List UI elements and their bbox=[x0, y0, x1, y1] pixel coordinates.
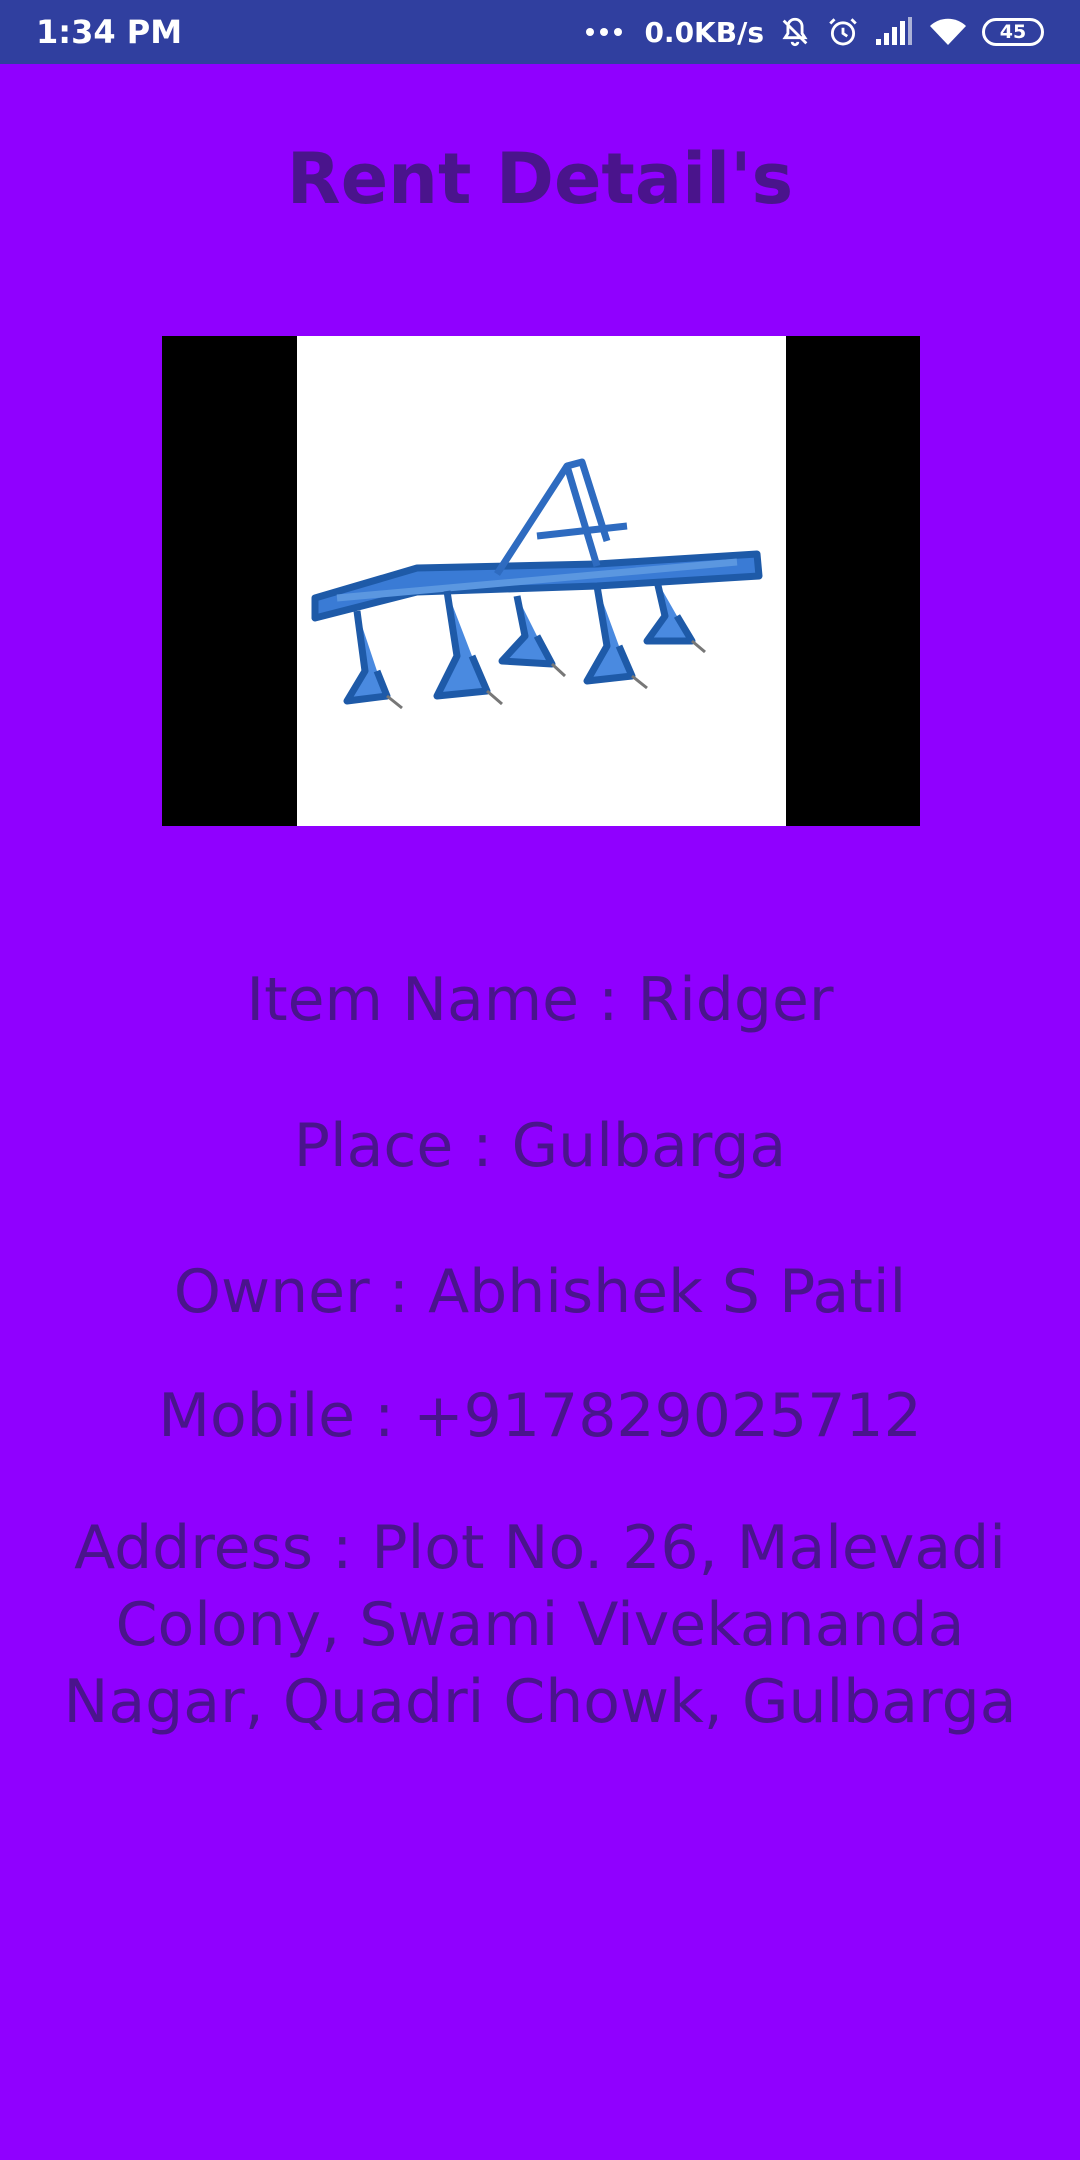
more-dots-icon bbox=[586, 28, 623, 36]
status-icons: 0.0KB/s 45 bbox=[586, 15, 1044, 49]
status-time: 1:34 PM bbox=[36, 13, 183, 51]
battery-icon: 45 bbox=[982, 18, 1044, 46]
owner-text: Owner : Abhishek S Patil bbox=[173, 1257, 907, 1327]
network-speed: 0.0KB/s bbox=[644, 15, 764, 49]
item-image-frame bbox=[162, 336, 920, 826]
status-bar: 1:34 PM 0.0KB/s 45 bbox=[0, 0, 1080, 64]
mobile-text[interactable]: Mobile : +917829025712 bbox=[20, 1378, 1060, 1455]
muted-bell-icon bbox=[778, 15, 812, 49]
address-text: Address : Plot No. 26, Malevadi Colony, … bbox=[63, 1513, 1017, 1737]
item-name-text: Item Name : Ridger bbox=[246, 965, 834, 1035]
ridger-implement-image bbox=[297, 336, 786, 826]
alarm-icon bbox=[826, 15, 860, 49]
place-text: Place : Gulbarga bbox=[293, 1111, 787, 1181]
page-title: Rent Detail's bbox=[286, 138, 794, 220]
signal-icon bbox=[874, 17, 914, 47]
wifi-icon bbox=[928, 17, 968, 47]
